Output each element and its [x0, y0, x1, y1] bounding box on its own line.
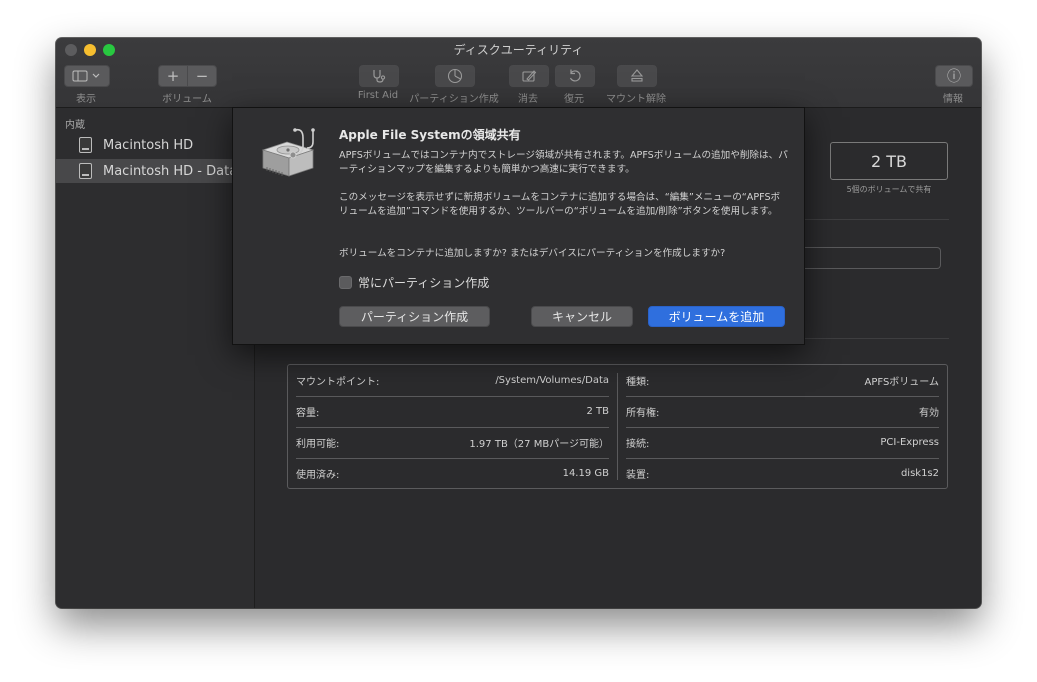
window-title: ディスクユーティリティ [453, 43, 584, 57]
info-key: 容量: [296, 408, 320, 419]
volume-label: ボリューム [162, 94, 212, 105]
restore-label: 復元 [564, 94, 584, 105]
info-value: /System/Volumes/Data [495, 375, 609, 386]
eject-icon [630, 69, 644, 82]
sidebar-item-macintosh-hd-data[interactable]: Macintosh HD - Data [56, 159, 254, 183]
always-partition-label: 常にパーティション作成 [358, 276, 490, 290]
info-key: 所有権: [626, 408, 660, 419]
info-value: APFSボリューム [864, 377, 940, 388]
pie-partition-icon [447, 68, 463, 84]
info-row-used: 使用済み: 14.19 GB [296, 458, 609, 489]
info-key: 装置: [626, 470, 650, 481]
info-row-capacity: 容量: 2 TB [296, 396, 609, 428]
sidebar-toggle-icon [72, 70, 100, 82]
info-row-available: 利用可能: 1.97 TB（27 MBパージ可能） [296, 427, 609, 459]
volume-info-table: マウントポイント: /System/Volumes/Data 容量: 2 TB … [287, 364, 948, 489]
plus-icon: + [166, 67, 180, 85]
info-key: 利用可能: [296, 439, 340, 450]
erase-label: 消去 [518, 94, 538, 105]
info-label: 情報 [943, 94, 963, 105]
sidebar-item-label: Macintosh HD - Data [103, 163, 238, 179]
info-key: 使用済み: [296, 470, 340, 481]
info-key: 種類: [626, 377, 650, 388]
add-volume-button[interactable]: + [158, 65, 188, 87]
unmount-label: マウント解除 [606, 94, 666, 105]
view-label: 表示 [76, 94, 96, 105]
always-partition-option[interactable]: 常にパーティション作成 [339, 274, 489, 291]
view-button[interactable] [64, 65, 110, 87]
info-value: 2 TB [586, 406, 609, 417]
partition-button[interactable] [435, 65, 475, 87]
info-value: 14.19 GB [562, 468, 609, 479]
remove-volume-button[interactable]: − [187, 65, 217, 87]
info-value: disk1s2 [900, 468, 939, 479]
info-row-mount-point: マウントポイント: /System/Volumes/Data [296, 365, 609, 397]
sidebar-item-macintosh-hd[interactable]: Macintosh HD [56, 133, 254, 157]
capacity-subtitle: 5個のボリュームで共有 [846, 185, 932, 194]
first-aid-button[interactable] [359, 65, 399, 87]
info-row-connection: 接続: PCI-Express [626, 427, 939, 459]
dialog-paragraph-3: ボリュームをコンテナに追加しますか? またはデバイスにパーティションを作成します… [339, 248, 726, 259]
first-aid-label: First Aid [357, 90, 399, 101]
info-value: 有効 [919, 408, 939, 419]
info-key: マウントポイント: [296, 377, 380, 388]
partition-label: パーティション作成 [409, 94, 499, 105]
info-key: 接続: [626, 439, 650, 450]
cancel-button[interactable]: キャンセル [531, 306, 633, 327]
disk-icon [79, 163, 92, 179]
partition-button[interactable]: パーティション作成 [339, 306, 490, 327]
sidebar-item-label: Macintosh HD [103, 137, 194, 153]
capacity-box: 2 TB [830, 142, 948, 180]
disk-utility-window: ディスクユーティリティ 表示 + − ボリューム First Aid パーティシ… [56, 38, 981, 608]
divider [804, 338, 949, 339]
apfs-space-sharing-dialog: Apple File Systemの領域共有 APFSボリュームではコンテナ内で… [232, 107, 805, 345]
info-button[interactable]: ⓘ [935, 65, 973, 87]
usage-bar [804, 247, 941, 269]
info-row-owners: 所有権: 有効 [626, 396, 939, 428]
erase-button[interactable] [509, 65, 549, 87]
sidebar-section-internal: 内蔵 [65, 120, 85, 131]
stethoscope-icon [373, 70, 386, 83]
always-partition-checkbox[interactable] [339, 276, 352, 289]
sidebar: 内蔵 Macintosh HD Macintosh HD - Data [56, 108, 255, 608]
dialog-title: Apple File Systemの領域共有 [339, 128, 521, 142]
restore-button[interactable] [555, 65, 595, 87]
info-icon: ⓘ [947, 69, 961, 85]
info-row-device: 装置: disk1s2 [626, 458, 939, 489]
minus-icon: − [195, 67, 209, 85]
info-row-type: 種類: APFSボリューム [626, 365, 939, 397]
divider [804, 219, 949, 220]
disk-utility-icon [261, 128, 315, 177]
restore-icon [569, 69, 581, 82]
add-volume-dialog-button[interactable]: ボリュームを追加 [648, 306, 785, 327]
disk-icon [79, 137, 92, 153]
erase-icon [522, 70, 537, 82]
info-value: 1.97 TB（27 MBパージ可能） [469, 439, 609, 450]
dialog-paragraph-1: APFSボリュームではコンテナ内でストレージ領域が共有されます。APFSボリュー… [339, 150, 788, 175]
info-value: PCI-Express [880, 437, 939, 448]
dialog-paragraph-2: このメッセージを表示せずに新規ボリュームをコンテナに追加する場合は、“編集”メニ… [339, 192, 781, 217]
titlebar: ディスクユーティリティ 表示 + − ボリューム First Aid パーティシ… [56, 38, 981, 108]
unmount-button[interactable] [617, 65, 657, 87]
